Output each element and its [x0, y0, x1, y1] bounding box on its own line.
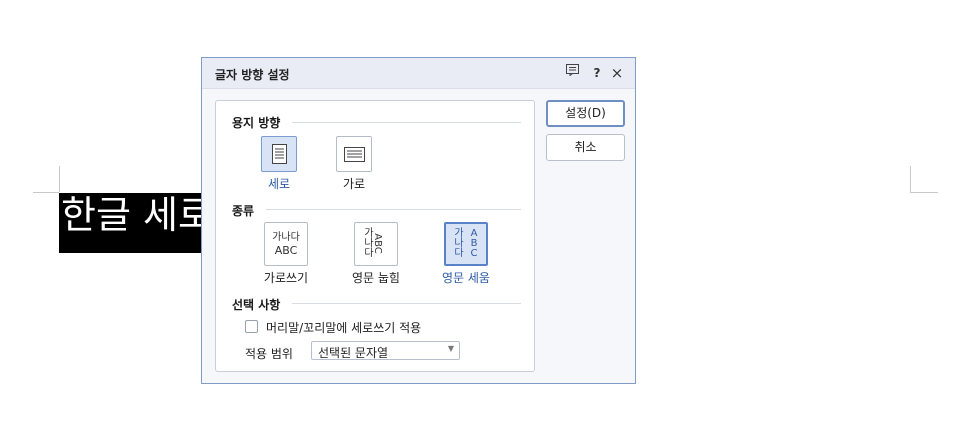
sample-latin: ABC — [274, 244, 298, 257]
option-portrait-label: 세로 — [267, 177, 291, 191]
sample-latin-rotated: ABC — [371, 233, 383, 254]
selected-document-text: 한글 세로 — [59, 193, 221, 253]
help-icon[interactable]: ? — [588, 64, 606, 82]
dialog-titlebar[interactable]: 글자 방향 설정 ? × — [202, 58, 635, 89]
option-horizontal-writing[interactable]: 가나다 ABC — [264, 222, 308, 266]
option-portrait[interactable] — [261, 136, 297, 172]
page-corner-mark — [910, 166, 911, 192]
apply-range-label: 적용 범위 — [245, 347, 293, 361]
apply-range-value: 선택된 문자열 — [318, 346, 389, 360]
page-corner-mark — [33, 192, 59, 193]
close-icon[interactable]: × — [608, 64, 626, 82]
vertical-header-footer-label: 머리말/꼬리말에 세로쓰기 적용 — [266, 321, 422, 335]
sample-hangul: 가나다 — [272, 232, 300, 243]
landscape-page-icon — [344, 147, 365, 162]
sample-hangul-vertical: 가나다 — [454, 228, 464, 259]
section-divider — [292, 303, 521, 304]
section-divider — [292, 122, 521, 123]
option-horizontal-writing-label: 가로쓰기 — [263, 271, 309, 285]
option-landscape-label: 가로 — [342, 177, 366, 191]
page-corner-mark — [59, 166, 60, 192]
section-title-type: 종류 — [232, 204, 255, 218]
settings-group: 용지 방향 세로 가로 종류 가나다 ABC 가로쓰기 가 나 다 ABC 영문… — [215, 100, 535, 372]
chevron-down-icon: ▼ — [447, 344, 454, 353]
option-latin-upright[interactable]: 가나다 ABC — [444, 222, 488, 266]
option-latin-upright-label: 영문 세움 — [442, 271, 490, 285]
section-title-options: 선택 사항 — [232, 298, 281, 312]
section-title-paper-direction: 용지 방향 — [232, 116, 281, 130]
sample-latin-vertical: ABC — [470, 228, 478, 259]
portrait-page-icon — [272, 144, 287, 164]
option-latin-rotated-label: 영문 눕힘 — [352, 271, 400, 285]
dialog-title: 글자 방향 설정 — [215, 68, 290, 82]
apply-range-select[interactable]: 선택된 문자열 ▼ — [311, 341, 460, 360]
option-landscape[interactable] — [336, 136, 372, 172]
vertical-header-footer-checkbox[interactable] — [245, 320, 258, 333]
section-divider — [266, 209, 521, 210]
text-direction-dialog: 글자 방향 설정 ? × 용지 방향 세로 가로 종류 가나다 ABC 가로쓰기… — [201, 57, 636, 384]
option-latin-rotated[interactable]: 가나다 ABC — [354, 222, 398, 266]
page-corner-mark — [910, 192, 938, 193]
comment-icon[interactable] — [563, 64, 581, 82]
ok-button[interactable]: 설정(D) — [546, 100, 625, 127]
cancel-button[interactable]: 취소 — [546, 134, 625, 161]
